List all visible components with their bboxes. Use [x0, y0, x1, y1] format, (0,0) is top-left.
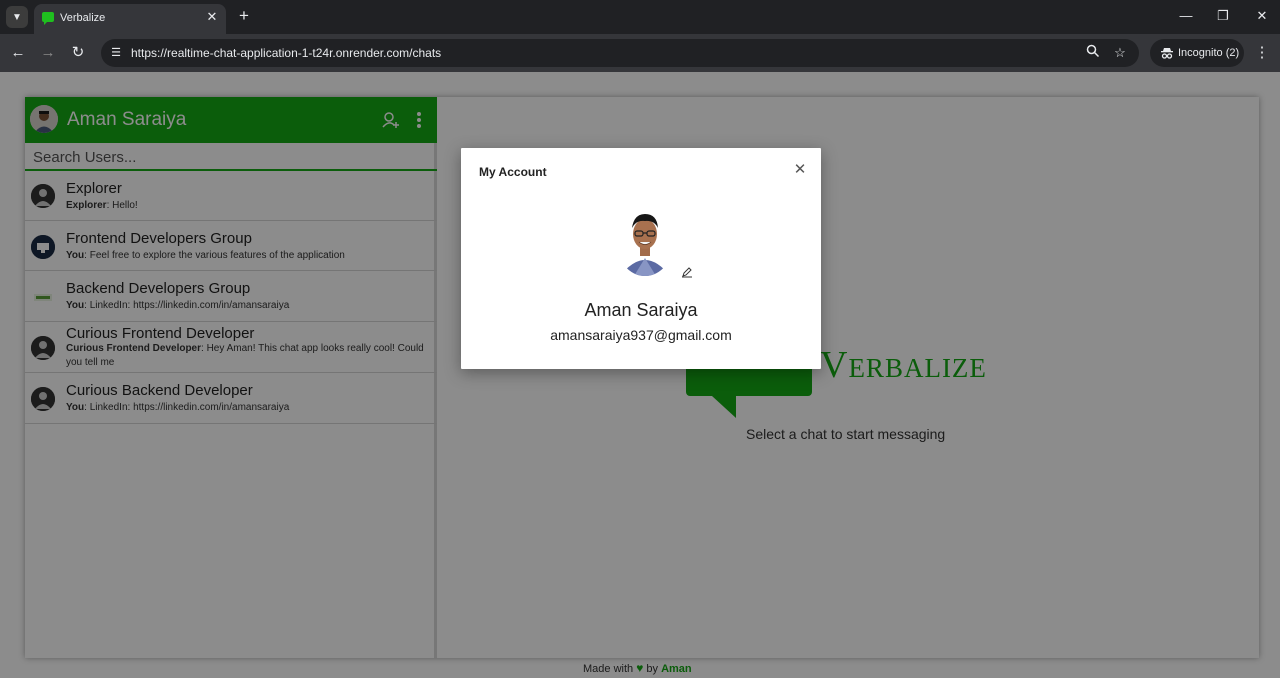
tab-search-button[interactable]: ▼ — [6, 6, 28, 28]
browser-tab-bar: ▼ Verbalize ✕ + — ❐ ✕ — [0, 0, 1280, 34]
forward-button[interactable]: → — [37, 42, 59, 64]
bookmark-star-icon[interactable]: ☆ — [1111, 44, 1129, 62]
browser-tab[interactable]: Verbalize ✕ — [34, 4, 226, 34]
browser-toolbar: ← → ↻ ☰ https://realtime-chat-applicatio… — [0, 34, 1280, 72]
tab-title: Verbalize — [60, 12, 106, 24]
tab-close-icon[interactable]: ✕ — [204, 9, 220, 25]
browser-menu-icon[interactable]: ⋮ — [1252, 42, 1272, 64]
incognito-label: Incognito (2) — [1178, 47, 1240, 59]
incognito-icon — [1161, 48, 1173, 59]
modal-title: My Account — [479, 165, 547, 179]
url-text[interactable]: https://realtime-chat-application-1-t24r… — [131, 46, 441, 60]
window-close-button[interactable]: ✕ — [1248, 6, 1276, 26]
reload-button[interactable]: ↻ — [67, 42, 89, 64]
my-account-modal: My Account ✕ Aman Saraiya amansaraiya937… — [461, 148, 821, 369]
new-tab-button[interactable]: + — [234, 6, 254, 26]
zoom-icon[interactable] — [1084, 44, 1102, 62]
restore-button[interactable]: ❐ — [1209, 6, 1237, 26]
profile-name: Aman Saraiya — [584, 300, 698, 320]
edit-pencil-icon[interactable] — [681, 265, 693, 278]
back-button[interactable]: ← — [7, 42, 29, 64]
minimize-button[interactable]: — — [1172, 6, 1200, 26]
profile-email: amansaraiya937@gmail.com — [550, 327, 732, 343]
chat-favicon-icon — [42, 12, 54, 25]
address-bar[interactable]: ☰ https://realtime-chat-application-1-t2… — [101, 39, 1139, 67]
close-icon[interactable]: ✕ — [793, 162, 807, 177]
site-info-icon[interactable]: ☰ — [108, 45, 124, 61]
profile-picture — [616, 206, 674, 276]
incognito-indicator[interactable]: Incognito (2) — [1150, 39, 1244, 67]
